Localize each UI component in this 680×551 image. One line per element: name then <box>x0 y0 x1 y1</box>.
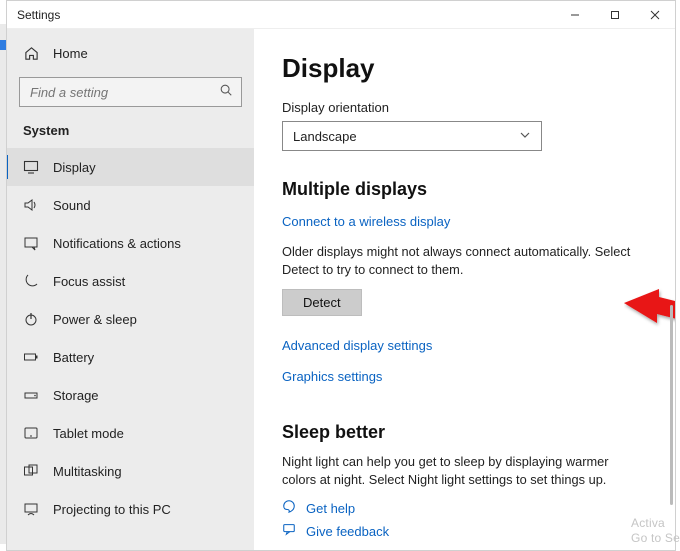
chevron-down-icon <box>519 129 531 144</box>
sleep-better-heading: Sleep better <box>282 422 647 443</box>
sidebar-item-focus-assist[interactable]: Focus assist <box>7 262 254 300</box>
sidebar-item-label: Display <box>53 160 96 175</box>
sound-icon <box>23 197 39 213</box>
sidebar-item-label: Projecting to this PC <box>53 502 171 517</box>
search-input[interactable] <box>28 84 219 101</box>
page-heading: Display <box>282 53 647 84</box>
power-icon <box>23 311 39 327</box>
multitasking-icon <box>23 463 39 479</box>
close-icon <box>650 10 660 20</box>
sidebar-nav: Display Sound Notifications & actions Fo… <box>7 148 254 528</box>
maximize-button[interactable] <box>595 1 635 29</box>
scrollbar-thumb[interactable] <box>670 305 673 505</box>
advanced-display-link[interactable]: Advanced display settings <box>282 338 432 353</box>
older-displays-text: Older displays might not always connect … <box>282 243 642 279</box>
search-wrap <box>7 71 254 117</box>
minimize-icon <box>570 10 580 20</box>
sidebar-item-label: Focus assist <box>53 274 125 289</box>
battery-icon <box>23 349 39 365</box>
sidebar-item-notifications[interactable]: Notifications & actions <box>7 224 254 262</box>
sidebar-item-sound[interactable]: Sound <box>7 186 254 224</box>
sidebar-item-label: Power & sleep <box>53 312 137 327</box>
sidebar-item-display[interactable]: Display <box>7 148 254 186</box>
projecting-icon <box>23 501 39 517</box>
sidebar-item-tablet-mode[interactable]: Tablet mode <box>7 414 254 452</box>
storage-icon <box>23 387 39 403</box>
detect-button[interactable]: Detect <box>282 289 362 316</box>
sleep-better-text: Night light can help you get to sleep by… <box>282 453 642 489</box>
settings-window: Settings Home <box>6 0 676 551</box>
notifications-icon <box>23 235 39 251</box>
sidebar-item-storage[interactable]: Storage <box>7 376 254 414</box>
content-pane: Display Display orientation Landscape Mu… <box>254 29 675 550</box>
sidebar-item-label: Multitasking <box>53 464 122 479</box>
focus-assist-icon <box>23 273 39 289</box>
sidebar-item-battery[interactable]: Battery <box>7 338 254 376</box>
window-body: Home System Display Sound <box>7 29 675 550</box>
sidebar-item-power-sleep[interactable]: Power & sleep <box>7 300 254 338</box>
sidebar-item-label: Storage <box>53 388 99 403</box>
minimize-button[interactable] <box>555 1 595 29</box>
give-feedback-row[interactable]: Give feedback <box>282 522 647 541</box>
window-title: Settings <box>7 8 60 22</box>
get-help-link[interactable]: Get help <box>306 501 355 516</box>
sidebar-group-title: System <box>7 117 254 148</box>
orientation-label: Display orientation <box>282 100 647 115</box>
close-button[interactable] <box>635 1 675 29</box>
titlebar: Settings <box>7 1 675 29</box>
sidebar-item-label: Notifications & actions <box>53 236 181 251</box>
feedback-icon <box>282 522 296 541</box>
sidebar-item-label: Sound <box>53 198 91 213</box>
home-link[interactable]: Home <box>7 35 254 71</box>
give-feedback-link[interactable]: Give feedback <box>306 524 389 539</box>
tablet-icon <box>23 425 39 441</box>
sidebar-item-label: Tablet mode <box>53 426 124 441</box>
orientation-value: Landscape <box>293 129 357 144</box>
activation-watermark: Activa Go to Se <box>631 516 680 545</box>
sidebar-item-label: Battery <box>53 350 94 365</box>
display-icon <box>23 159 39 175</box>
sidebar-item-multitasking[interactable]: Multitasking <box>7 452 254 490</box>
multiple-displays-heading: Multiple displays <box>282 179 647 200</box>
home-label: Home <box>53 46 88 61</box>
maximize-icon <box>610 10 620 20</box>
home-icon <box>23 46 39 61</box>
orientation-select[interactable]: Landscape <box>282 121 542 151</box>
help-icon <box>282 499 296 518</box>
sidebar: Home System Display Sound <box>7 29 254 550</box>
search-box[interactable] <box>19 77 242 107</box>
search-icon <box>219 83 233 102</box>
graphics-settings-link[interactable]: Graphics settings <box>282 369 382 384</box>
sidebar-item-projecting[interactable]: Projecting to this PC <box>7 490 254 528</box>
get-help-row[interactable]: Get help <box>282 499 647 518</box>
wireless-display-link[interactable]: Connect to a wireless display <box>282 214 450 229</box>
